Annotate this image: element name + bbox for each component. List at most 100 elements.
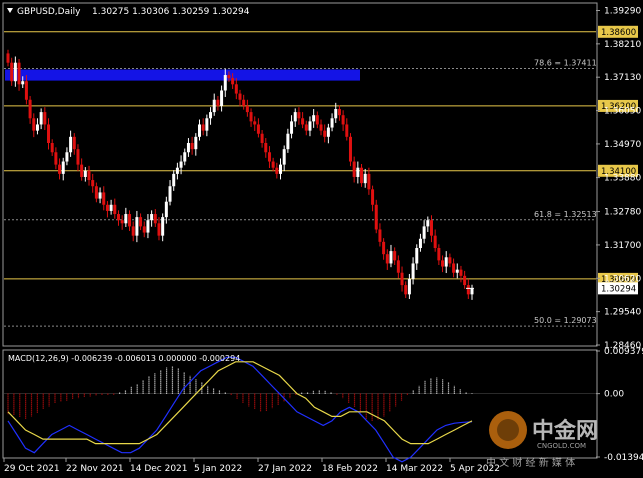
chart-canvas[interactable]: 1.386001.362001.341001.30600 78.6 = 1.37… xyxy=(0,0,643,478)
candle-body xyxy=(47,124,51,143)
candle-body xyxy=(172,173,176,187)
candle-body xyxy=(91,180,95,187)
candle-body xyxy=(433,235,437,249)
price-tick-label: 1.36050 xyxy=(604,107,641,117)
candle-body xyxy=(326,127,330,137)
candle-body xyxy=(161,217,165,236)
candle-body xyxy=(135,217,139,236)
candle-body xyxy=(69,136,73,153)
candle-body xyxy=(227,75,231,79)
price-axis: 1.39290 1.38210 1.37130 1.36050 1.34970 1.338… xyxy=(596,6,641,351)
candle-body xyxy=(418,238,422,249)
candle-body xyxy=(102,192,106,205)
candle-body xyxy=(245,105,249,113)
watermark-tagline: 中 文 财 经 新 媒 体 xyxy=(486,456,575,469)
candle-body xyxy=(249,112,253,122)
candle-body xyxy=(98,192,102,199)
date-tick-label: 5 Jan 2022 xyxy=(194,464,242,474)
candle-body xyxy=(32,118,36,131)
candle-body xyxy=(72,136,76,150)
macd-tick-label: -0.013941 xyxy=(604,453,643,463)
date-axis: 29 Oct 2021 22 Nov 2021 14 Dec 2021 5 Jan 2… xyxy=(3,458,500,474)
candle-body xyxy=(128,214,132,227)
candle-body xyxy=(385,254,389,264)
candle-body xyxy=(242,99,246,106)
candle-body xyxy=(396,260,400,273)
candle-body xyxy=(334,109,338,119)
price-tick-label: 1.38210 xyxy=(604,40,641,50)
candle-body xyxy=(404,285,408,295)
candle-body xyxy=(10,62,14,82)
candle-body xyxy=(54,152,58,165)
candle-body xyxy=(319,124,323,131)
candle-body xyxy=(139,217,143,227)
candle-body xyxy=(238,93,242,100)
watermark-title: 中金网 xyxy=(532,418,598,444)
candle-body xyxy=(194,136,198,150)
candle-body xyxy=(411,263,415,279)
signal-line xyxy=(7,361,473,445)
candle-body xyxy=(463,275,467,286)
candle-body xyxy=(65,152,69,162)
candle-body xyxy=(308,121,312,131)
candle-body xyxy=(61,161,65,174)
candle-body xyxy=(367,173,371,190)
candle-body xyxy=(124,214,128,224)
price-tick-label: 1.32780 xyxy=(604,208,641,218)
candle-body xyxy=(142,226,146,233)
candle-body xyxy=(400,272,404,286)
date-tick-label: 14 Mar 2022 xyxy=(386,464,443,474)
candle-body xyxy=(58,164,62,174)
candle-body xyxy=(466,285,470,295)
candle-body xyxy=(164,201,168,218)
candle-body xyxy=(234,84,238,94)
candle-body xyxy=(168,186,172,202)
candle-body xyxy=(120,220,124,224)
candle-body xyxy=(183,152,187,162)
current-price-label: 1.30294 xyxy=(601,284,636,294)
fib-label: 78.6 = 1.37411 xyxy=(534,59,597,68)
macd-line xyxy=(7,356,473,463)
candle-body xyxy=(360,167,364,184)
candle-body xyxy=(157,223,161,236)
candle-body xyxy=(43,112,47,125)
candlesticks xyxy=(6,49,474,300)
candle-body xyxy=(452,263,456,273)
candle-body xyxy=(448,257,452,264)
ohlc-readout: 1.30275 1.30306 1.30259 1.30294 xyxy=(92,7,250,17)
candle-body xyxy=(455,269,459,273)
date-tick-label: 14 Dec 2021 xyxy=(130,464,188,474)
candle-body xyxy=(21,81,25,85)
candle-body xyxy=(371,189,375,205)
candle-body xyxy=(216,99,220,106)
candle-body xyxy=(264,142,268,153)
price-tick-label: 1.33880 xyxy=(604,174,641,184)
candle-body xyxy=(17,62,21,85)
supply-zone[interactable] xyxy=(5,69,360,81)
candle-body xyxy=(426,220,430,227)
fib-label: 61.8 = 1.32513 xyxy=(534,210,597,219)
candle-body xyxy=(175,167,179,174)
candle-body xyxy=(197,124,201,137)
date-tick-label: 27 Jan 2022 xyxy=(258,464,312,474)
candle-body xyxy=(393,251,397,261)
candle-body xyxy=(116,214,120,221)
candle-body xyxy=(13,62,17,82)
candle-body xyxy=(323,130,327,137)
symbol-dropdown-icon[interactable] xyxy=(7,8,13,13)
candle-body xyxy=(150,214,154,221)
candle-body xyxy=(337,109,341,116)
candle-body xyxy=(290,121,294,134)
candle-body xyxy=(441,260,445,267)
candle-body xyxy=(459,269,463,276)
candle-body xyxy=(282,149,286,165)
candle-body xyxy=(315,115,319,125)
candle-body xyxy=(131,226,135,236)
candle-body xyxy=(444,257,448,267)
candle-body xyxy=(179,161,183,168)
candle-body xyxy=(279,164,283,174)
price-pane-frame xyxy=(2,2,598,347)
candle-body xyxy=(35,124,39,131)
candle-body xyxy=(50,142,54,153)
candle-body xyxy=(267,152,271,162)
